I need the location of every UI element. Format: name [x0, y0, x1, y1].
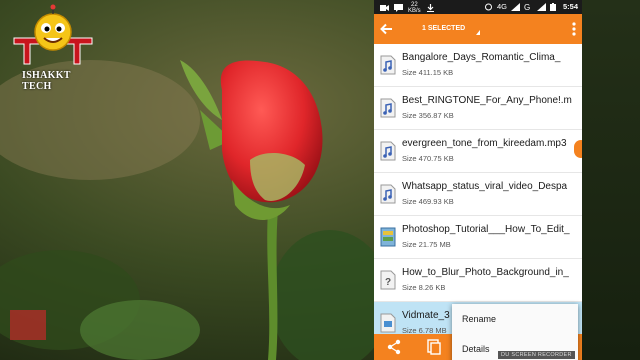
file-name: Bangalore_Days_Romantic_Clima_	[402, 52, 561, 63]
clock: 5:54	[562, 2, 578, 11]
audio-file-icon	[380, 98, 396, 118]
back-arrow-icon[interactable]	[379, 21, 395, 37]
audio-file-icon	[380, 184, 396, 204]
recorder-watermark: DU SCREEN RECORDER	[498, 351, 575, 359]
apk-file-icon	[380, 313, 396, 333]
side-handle[interactable]	[574, 140, 582, 158]
menu-item-rename[interactable]: Rename	[452, 304, 578, 334]
video-call-icon	[380, 4, 389, 12]
file-size: Size 356.87 KB	[402, 111, 454, 120]
app-toolbar: 1 SELECTED	[374, 14, 582, 44]
status-bar: 22 KB/s 4G G 5:54	[374, 0, 582, 14]
file-row[interactable]: Whatsapp_status_viral_video_Despa Size 4…	[374, 173, 582, 216]
signal-icon	[510, 2, 520, 11]
audio-file-icon	[380, 55, 396, 75]
message-icon	[394, 4, 403, 12]
file-name: How_to_Blur_Photo_Background_in_	[402, 267, 569, 278]
file-name: Photoshop_Tutorial___How_To_Edit_	[402, 224, 570, 235]
share-icon[interactable]	[386, 339, 402, 355]
file-size: Size 8.26 KB	[402, 283, 446, 292]
file-size: Size 411.15 KB	[402, 68, 454, 77]
data-speed: 22 KB/s	[408, 2, 421, 14]
copy-icon[interactable]	[426, 339, 442, 355]
data-g-icon: G	[524, 3, 533, 12]
file-row[interactable]: evergreen_tone_from_kireedam.mp3 Size 47…	[374, 130, 582, 173]
file-size: Size 470.75 KB	[402, 154, 454, 163]
channel-name: ISHAKKT TECH	[22, 70, 71, 92]
svg-text:G: G	[524, 3, 530, 11]
selection-count[interactable]: 1 SELECTED	[422, 25, 465, 32]
network-type: 4G	[496, 2, 507, 11]
archive-file-icon	[380, 227, 396, 247]
more-options-icon[interactable]	[572, 21, 576, 37]
channel-logo: ISHAKKT TECH	[10, 4, 96, 92]
svg-text:?: ?	[385, 277, 391, 288]
unknown-file-icon: ?	[380, 270, 396, 290]
battery-icon	[549, 2, 559, 11]
download-icon	[426, 4, 435, 12]
file-list: Bangalore_Days_Romantic_Clima_ Size 411.…	[374, 44, 582, 345]
right-background-strip	[582, 0, 640, 360]
selection-dropdown-icon[interactable]	[476, 30, 480, 35]
file-size: Size 21.75 MB	[402, 240, 451, 249]
file-name: Best_RINGTONE_For_Any_Phone!.m	[402, 95, 572, 106]
file-row[interactable]: Best_RINGTONE_For_Any_Phone!.m Size 356.…	[374, 87, 582, 130]
signal-2-icon	[536, 2, 546, 11]
file-row[interactable]: ? How_to_Blur_Photo_Background_in_ Size …	[374, 259, 582, 302]
file-size: Size 469.93 KB	[402, 197, 454, 206]
mascot-logo-icon	[13, 4, 93, 65]
audio-file-icon	[380, 141, 396, 161]
file-row[interactable]: Bangalore_Days_Romantic_Clima_ Size 411.…	[374, 44, 582, 87]
file-row[interactable]: Photoshop_Tutorial___How_To_Edit_ Size 2…	[374, 216, 582, 259]
phone-screen: 22 KB/s 4G G 5:54 1 SELECTED Bangalore_D…	[374, 0, 582, 360]
sync-icon	[484, 3, 493, 11]
file-name: evergreen_tone_from_kireedam.mp3	[402, 138, 567, 149]
file-name: Whatsapp_status_viral_video_Despa	[402, 181, 568, 192]
